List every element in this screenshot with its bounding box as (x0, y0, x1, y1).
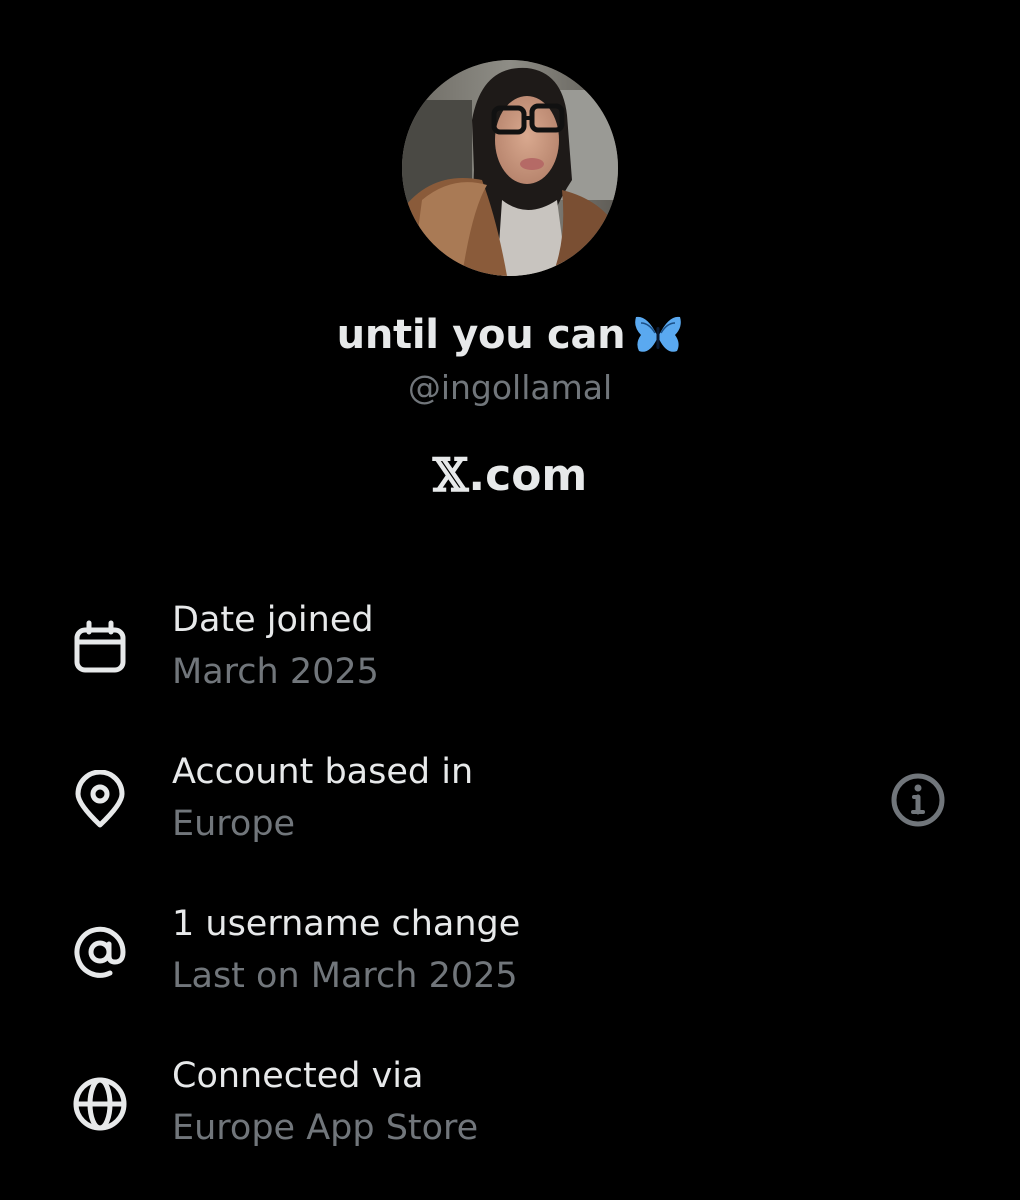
username-change-row: 1 username change Last on March 2025 (0, 904, 1020, 1014)
info-icon[interactable] (888, 770, 948, 830)
account-based-in-title: Account based in (172, 752, 474, 792)
globe-icon (70, 1074, 130, 1134)
account-based-in-value: Europe (172, 804, 296, 844)
site-domain: .com (468, 449, 588, 501)
x-logo-icon: 𝕏 (432, 448, 469, 502)
at-sign-icon (70, 922, 130, 982)
butterfly-icon (633, 313, 683, 357)
account-based-in-row: Account based in Europe (0, 752, 1020, 862)
username-change-title: 1 username change (172, 904, 521, 944)
date-joined-title: Date joined (172, 600, 374, 640)
avatar-image (402, 60, 618, 276)
calendar-icon (70, 618, 130, 678)
connected-via-row: Connected via Europe App Store (0, 1056, 1020, 1166)
profile-about-screen: until you can @ingollamal 𝕏 .com Date jo… (0, 0, 1020, 1200)
site-label: 𝕏 .com (0, 448, 1020, 502)
date-joined-value: March 2025 (172, 652, 379, 692)
display-name-row: until you can (0, 312, 1020, 358)
connected-via-value: Europe App Store (172, 1108, 479, 1148)
location-pin-icon (70, 770, 130, 830)
display-name: until you can (336, 312, 626, 358)
username-change-value: Last on March 2025 (172, 956, 518, 996)
username-handle: @ingollamal (407, 368, 613, 407)
avatar[interactable] (402, 60, 618, 276)
date-joined-row: Date joined March 2025 (0, 600, 1020, 710)
connected-via-title: Connected via (172, 1056, 424, 1096)
